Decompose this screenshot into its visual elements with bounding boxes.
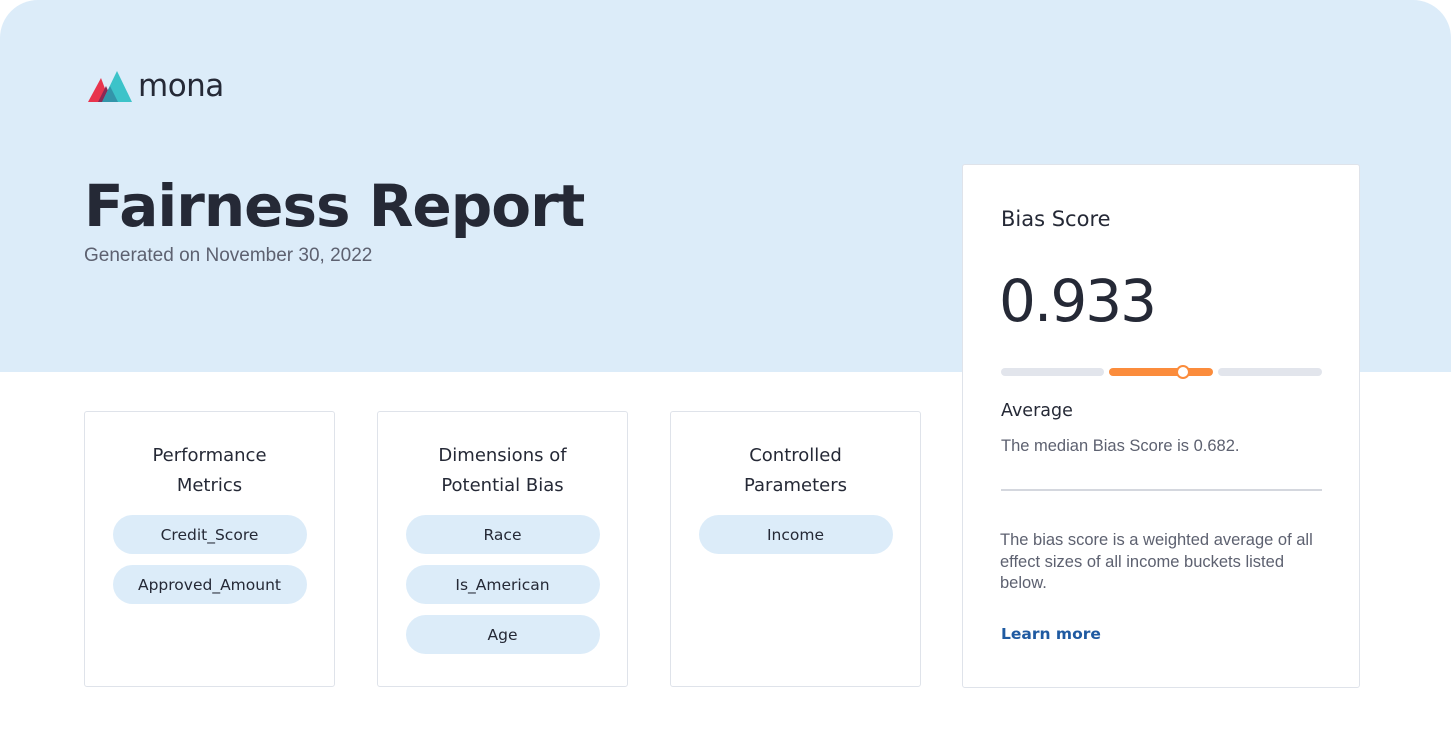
card-title-line: Parameters (743, 475, 848, 496)
card-title: Controlled Parameters (671, 441, 920, 501)
card-title-line: Controlled (749, 445, 842, 466)
fairness-report-page: mona Fairness Report Generated on Novemb… (0, 0, 1451, 755)
card-title-line: Dimensions of (438, 445, 567, 466)
brand-logo[interactable]: mona (88, 68, 224, 104)
metric-pill-approved-amount[interactable]: Approved_Amount (112, 565, 307, 604)
card-title: Performance Metrics (85, 441, 334, 501)
card-title-line: Metrics (176, 475, 243, 496)
gauge-segment-high (1218, 368, 1322, 376)
parameter-pill-list: Income (671, 515, 920, 565)
controlled-parameters-card: Controlled Parameters Income (670, 411, 921, 687)
dimension-pill-list: Race Is_American Age (378, 515, 627, 665)
performance-metrics-card: Performance Metrics Credit_Score Approve… (84, 411, 335, 687)
metric-pill-credit-score[interactable]: Credit_Score (112, 515, 307, 554)
bias-level-label: Average (1001, 401, 1073, 421)
mona-mountain-logo-icon (88, 71, 132, 102)
gauge-segment-low (1001, 368, 1104, 376)
dimension-pill-is-american[interactable]: Is_American (405, 565, 600, 604)
bias-median-text: The median Bias Score is 0.682. (1001, 437, 1240, 455)
bias-description: The bias score is a weighted average of … (1000, 531, 1313, 592)
divider (1001, 489, 1322, 491)
gauge-segment-average (1109, 368, 1213, 376)
bias-score-gauge (1001, 365, 1322, 379)
learn-more-link[interactable]: Learn more (1001, 625, 1101, 643)
dimension-pill-race[interactable]: Race (405, 515, 600, 554)
generated-date: Generated on November 30, 2022 (84, 245, 373, 266)
gauge-marker (1175, 365, 1190, 379)
dimension-pill-age[interactable]: Age (405, 615, 600, 654)
card-title: Dimensions of Potential Bias (378, 441, 627, 501)
brand-name: mona (138, 67, 224, 104)
page-title: Fairness Report (84, 172, 585, 240)
parameter-pill-income[interactable]: Income (698, 515, 893, 554)
bias-score-title: Bias Score (1001, 207, 1111, 231)
bias-dimensions-card: Dimensions of Potential Bias Race Is_Ame… (377, 411, 628, 687)
card-title-line: Potential Bias (441, 475, 564, 496)
bias-score-value: 0.933 (999, 267, 1157, 335)
card-title-line: Performance (152, 445, 267, 466)
bias-score-card: Bias Score 0.933 Average The median Bias… (962, 164, 1360, 688)
metric-pill-list: Credit_Score Approved_Amount (85, 515, 334, 615)
